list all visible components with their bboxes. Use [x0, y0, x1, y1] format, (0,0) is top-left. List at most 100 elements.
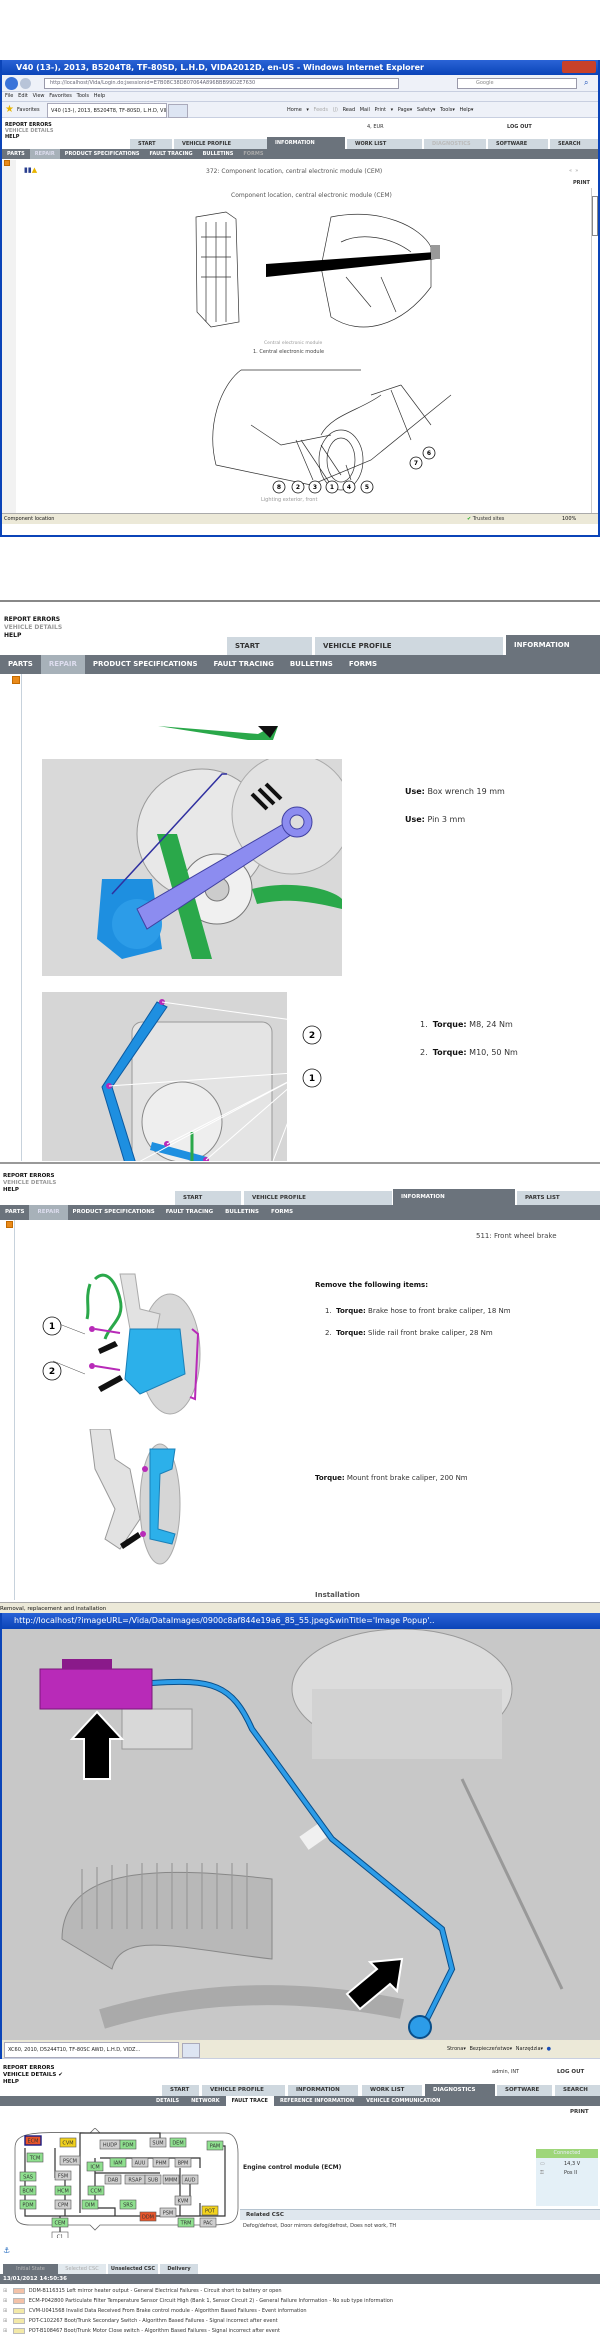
help-link[interactable]: HELP [4, 632, 62, 640]
module-dem[interactable]: DEM [169, 2137, 187, 2148]
tab-work-list[interactable]: WORK LIST [347, 139, 422, 149]
report-errors-link[interactable]: REPORT ERRORS [3, 1173, 56, 1180]
tab-start[interactable]: START [162, 2085, 199, 2096]
module-aud[interactable]: AUD [181, 2174, 199, 2185]
zoom-level[interactable]: 100% [562, 514, 576, 524]
subnav-forms[interactable]: FORMS [265, 1205, 299, 1220]
favorites-button[interactable]: Favorites [17, 107, 40, 113]
help-menu[interactable]: Help [459, 107, 470, 113]
tab-delivery[interactable]: Delivery [160, 2264, 198, 2274]
help-link[interactable]: HELP [5, 134, 53, 140]
tab-information[interactable]: INFORMATION [288, 2085, 358, 2096]
module-pac[interactable]: PAC [199, 2217, 217, 2228]
subnav-fault-tracing[interactable]: FAULT TRACING [145, 149, 198, 159]
browser-tab[interactable]: V40 (13-), 2013, B5204T8, TF-80SD, L.H.D… [47, 103, 167, 118]
tab-information[interactable]: INFORMATION [393, 1189, 515, 1205]
subnav-fault-tracing[interactable]: FAULT TRACING [160, 1205, 219, 1220]
address-input[interactable]: http://localhost/Vida/Login.do;jsessioni… [44, 78, 399, 89]
window-controls[interactable] [562, 61, 596, 73]
tab-diagnostics[interactable]: DIAGNOSTICS [425, 2084, 495, 2096]
print-link[interactable]: PRINT [570, 2109, 589, 2115]
new-tab-button[interactable] [168, 104, 188, 118]
subnav-network[interactable]: NETWORK [185, 2096, 226, 2106]
menu-help[interactable]: Help [94, 93, 105, 99]
subnav-repair[interactable]: REPAIR [29, 1205, 68, 1220]
module-tcm[interactable]: TCM [26, 2152, 44, 2163]
tab-information[interactable]: INFORMATION [506, 635, 600, 655]
subnav-product-specifications[interactable]: PRODUCT SPECIFICATIONS [60, 149, 145, 159]
expand-icon[interactable]: ⊞ [3, 2308, 9, 2314]
expand-icon[interactable]: ⊞ [3, 2328, 9, 2334]
menu-edit[interactable]: Edit [18, 93, 28, 99]
module-ccm[interactable]: CCM [87, 2185, 105, 2196]
subnav-details[interactable]: DETAILS [150, 2096, 185, 2106]
network-diagram[interactable]: ECM CVM TCM PSCM HUDP PDM SUM DEM PAM SAS FSM ICM IA… [10, 2128, 245, 2238]
tab-vehicle-profile[interactable]: VEHICLE PROFILE [174, 139, 267, 149]
vehicle-details-link[interactable]: VEHICLE DETAILS [4, 624, 62, 632]
home-button[interactable]: Home [287, 107, 302, 113]
subnav-fault-trace[interactable]: FAULT TRACE [225, 2096, 274, 2106]
subnav-parts[interactable]: PARTS [0, 1205, 29, 1220]
help-link[interactable]: HELP [3, 2079, 63, 2086]
subnav-reference-information[interactable]: REFERENCE INFORMATION [274, 2096, 360, 2106]
subnav-forms[interactable]: FORMS [341, 655, 385, 674]
tab-parts-list[interactable]: PARTS LIST [517, 1191, 600, 1205]
tab-vehicle-profile[interactable]: VEHICLE PROFILE [315, 637, 503, 655]
expand-toc-icon[interactable] [12, 676, 20, 684]
module-cem[interactable]: CEM [51, 2217, 69, 2228]
back-icon[interactable] [5, 77, 18, 90]
print-link[interactable]: PRINT [573, 180, 590, 186]
tab-initial-state[interactable]: Initial State [3, 2264, 58, 2274]
safety-menu[interactable]: Safety [417, 107, 433, 113]
module-cpm[interactable]: CPM [54, 2199, 72, 2210]
expand-icon[interactable]: ⊞ [3, 2298, 9, 2304]
module-pdm2[interactable]: PDM [19, 2199, 37, 2210]
module-icm[interactable]: ICM [86, 2161, 104, 2172]
tab-start[interactable]: START [227, 637, 312, 655]
subnav-product-specifications[interactable]: PRODUCT SPECIFICATIONS [85, 655, 206, 674]
tab-start[interactable]: START [175, 1191, 241, 1205]
vehicle-details-link[interactable]: VEHICLE DETAILS ✔ [3, 2072, 63, 2079]
tools-menu[interactable]: Tools [440, 107, 452, 113]
help-icon[interactable]: ● [547, 2046, 551, 2052]
tab-work-list[interactable]: WORK LIST [362, 2085, 422, 2096]
tab-information[interactable]: INFORMATION [267, 137, 345, 149]
dtc-row[interactable]: ⊞ POT-B108467 Boot/Trunk Motor Close swi… [3, 2326, 600, 2336]
module-hudp[interactable]: HUDP [99, 2139, 121, 2150]
tools-menu[interactable]: Narzędzia [516, 2046, 541, 2052]
module-dab[interactable]: DAB [104, 2174, 122, 2185]
module-kvm[interactable]: KVM [174, 2195, 192, 2206]
module-c1[interactable]: C1 [51, 2231, 69, 2238]
tab-search[interactable]: SEARCH [555, 2085, 600, 2096]
doc-nav-arrows[interactable]: « » [569, 168, 578, 174]
doc-icons[interactable]: ▮▮▲ [24, 166, 37, 174]
dtc-row[interactable]: ⊞ DDM-B116315 Left mirror heater output … [3, 2286, 600, 2296]
new-tab-button[interactable] [182, 2043, 200, 2058]
tab-vehicle-profile[interactable]: VEHICLE PROFILE [202, 2085, 285, 2096]
search-icon[interactable]: ⌕ [584, 78, 588, 88]
subnav-bulletins[interactable]: BULLETINS [198, 149, 239, 159]
module-pdm[interactable]: PDM [119, 2139, 137, 2150]
module-hcm[interactable]: HCM [54, 2185, 72, 2196]
logout-link[interactable]: LOG OUT [557, 2069, 584, 2075]
help-link[interactable]: HELP [3, 1187, 56, 1194]
subnav-forms[interactable]: FORMS [238, 149, 268, 159]
feeds-button[interactable]: Feeds (J) [313, 107, 338, 113]
module-sum[interactable]: SUM [149, 2137, 167, 2148]
subnav-bulletins[interactable]: BULLETINS [219, 1205, 265, 1220]
related-csc-text[interactable]: Defog/defrost, Door mirrors defog/defros… [243, 2223, 396, 2229]
read-mail-button[interactable]: Read Mail [343, 107, 370, 113]
module-iam[interactable]: IAM [109, 2157, 127, 2168]
subnav-repair[interactable]: REPAIR [40, 655, 85, 674]
module-sub[interactable]: SUB [144, 2174, 162, 2185]
module-fsm[interactable]: FSM [54, 2170, 72, 2181]
menu-tools[interactable]: Tools [77, 93, 89, 99]
expand-toc-icon[interactable] [6, 1221, 13, 1228]
tab-selected-csc[interactable]: Selected CSC [58, 2264, 106, 2274]
report-errors-link[interactable]: REPORT ERRORS [3, 2065, 63, 2072]
search-input[interactable]: Google [457, 78, 577, 89]
subnav-bulletins[interactable]: BULLETINS [282, 655, 341, 674]
expand-icon[interactable]: ⊞ [3, 2288, 9, 2294]
favorites-star-icon[interactable]: ★ [5, 104, 14, 115]
forward-icon[interactable] [20, 78, 31, 89]
